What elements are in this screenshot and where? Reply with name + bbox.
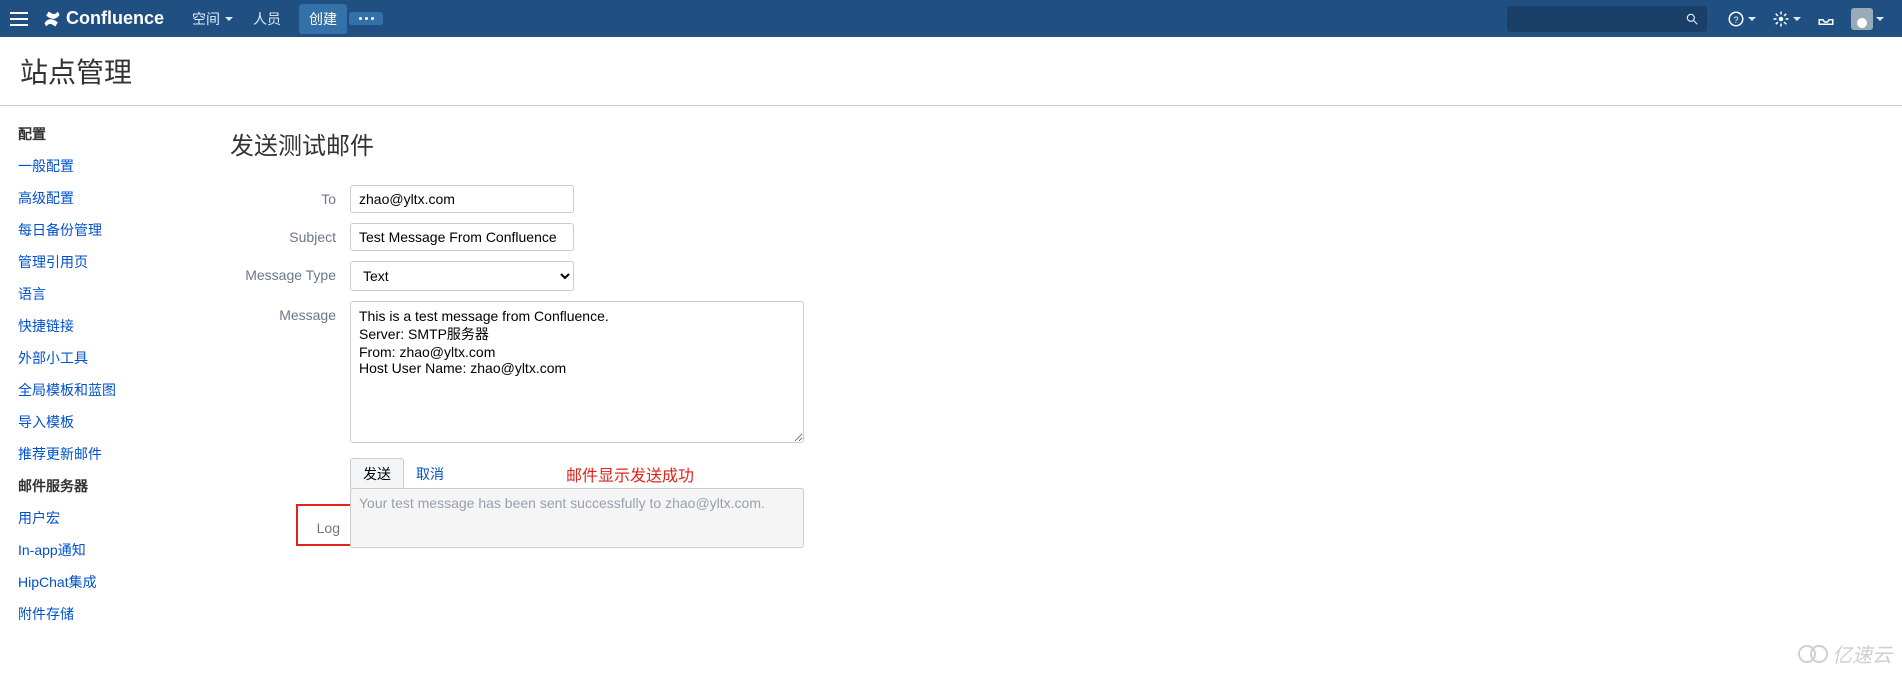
row-subject: Subject xyxy=(230,223,1872,251)
chevron-down-icon xyxy=(1793,17,1801,21)
nav-spaces[interactable]: 空间 xyxy=(192,9,233,29)
help-icon: ? xyxy=(1727,10,1745,28)
confluence-logo[interactable]: Confluence xyxy=(42,8,164,29)
row-actions: 发送 取消 邮件显示发送成功 xyxy=(230,458,1872,490)
chevron-down-icon xyxy=(225,17,233,21)
success-annotation: 邮件显示发送成功 xyxy=(566,462,694,486)
row-log-area: Log Your test message has been sent succ… xyxy=(230,488,1872,548)
search-icon xyxy=(1685,12,1699,26)
sidebar-item[interactable]: 一般配置 xyxy=(18,156,200,176)
sidebar-item[interactable]: 管理引用页 xyxy=(18,252,200,272)
label-message: Message xyxy=(230,301,350,323)
label-message-type: Message Type xyxy=(230,261,350,283)
watermark-icon xyxy=(1810,645,1828,663)
cancel-link[interactable]: 取消 xyxy=(416,464,444,484)
row-message: Message xyxy=(230,301,1872,448)
input-to[interactable] xyxy=(350,185,574,213)
textarea-message[interactable] xyxy=(350,301,804,443)
sidebar-item[interactable]: 附件存储 xyxy=(18,604,200,624)
label-to: To xyxy=(230,185,350,207)
form-heading: 发送测试邮件 xyxy=(230,126,1872,161)
chevron-down-icon xyxy=(1876,17,1884,21)
sidebar-item[interactable]: 语言 xyxy=(18,284,200,304)
sidebar-heading: 配置 xyxy=(18,124,200,144)
chevron-down-icon xyxy=(1748,17,1756,21)
gear-icon xyxy=(1772,10,1790,28)
sidebar-item[interactable]: 外部小工具 xyxy=(18,348,200,368)
sidebar-item[interactable]: 全局模板和蓝图 xyxy=(18,380,200,400)
create-button[interactable]: 创建 xyxy=(299,4,347,34)
confluence-icon xyxy=(42,9,62,29)
page-title: 站点管理 xyxy=(0,37,1902,106)
select-message-type[interactable]: Text xyxy=(350,261,574,291)
sidebar-item[interactable]: 用户宏 xyxy=(18,508,200,528)
settings-button[interactable] xyxy=(1772,10,1801,28)
send-button[interactable]: 发送 xyxy=(350,458,404,490)
avatar-icon xyxy=(1851,8,1873,30)
hamburger-menu-icon[interactable] xyxy=(10,12,28,26)
tray-icon xyxy=(1817,10,1835,28)
row-message-type: Message Type Text xyxy=(230,261,1872,291)
main-content: 发送测试邮件 To Subject Message Type Text Mess… xyxy=(200,106,1902,654)
nav-people[interactable]: 人员 xyxy=(253,9,281,29)
sidebar-item[interactable]: 推荐更新邮件 xyxy=(18,444,200,464)
brand-text: Confluence xyxy=(66,8,164,29)
nav-people-label: 人员 xyxy=(253,9,281,29)
profile-button[interactable] xyxy=(1851,8,1884,30)
log-output: Your test message has been sent successf… xyxy=(350,488,804,548)
sidebar-item[interactable]: 快捷链接 xyxy=(18,316,200,336)
help-button[interactable]: ? xyxy=(1727,10,1756,28)
search-input[interactable] xyxy=(1507,6,1707,32)
watermark-text: 亿速云 xyxy=(1832,639,1892,668)
sidebar-item[interactable]: HipChat集成 xyxy=(18,572,200,592)
sidebar-item[interactable]: In-app通知 xyxy=(18,540,200,560)
sidebar: 配置 一般配置高级配置每日备份管理管理引用页语言快捷链接外部小工具全局模板和蓝图… xyxy=(0,106,200,654)
page-layout: 配置 一般配置高级配置每日备份管理管理引用页语言快捷链接外部小工具全局模板和蓝图… xyxy=(0,106,1902,654)
more-create-button[interactable] xyxy=(349,12,383,25)
sidebar-list: 一般配置高级配置每日备份管理管理引用页语言快捷链接外部小工具全局模板和蓝图导入模… xyxy=(18,156,200,624)
label-subject: Subject xyxy=(230,223,350,245)
svg-text:?: ? xyxy=(1733,14,1738,24)
nav-spaces-label: 空间 xyxy=(192,9,220,29)
input-subject[interactable] xyxy=(350,223,574,251)
watermark: 亿速云 xyxy=(1798,639,1892,668)
sidebar-item: 邮件服务器 xyxy=(18,476,200,496)
topbar: Confluence 空间 人员 创建 ? xyxy=(0,0,1902,37)
sidebar-item[interactable]: 高级配置 xyxy=(18,188,200,208)
sidebar-item[interactable]: 每日备份管理 xyxy=(18,220,200,240)
label-log: Log xyxy=(300,514,354,536)
inbox-button[interactable] xyxy=(1817,10,1835,28)
sidebar-item[interactable]: 导入模板 xyxy=(18,412,200,432)
row-to: To xyxy=(230,185,1872,213)
